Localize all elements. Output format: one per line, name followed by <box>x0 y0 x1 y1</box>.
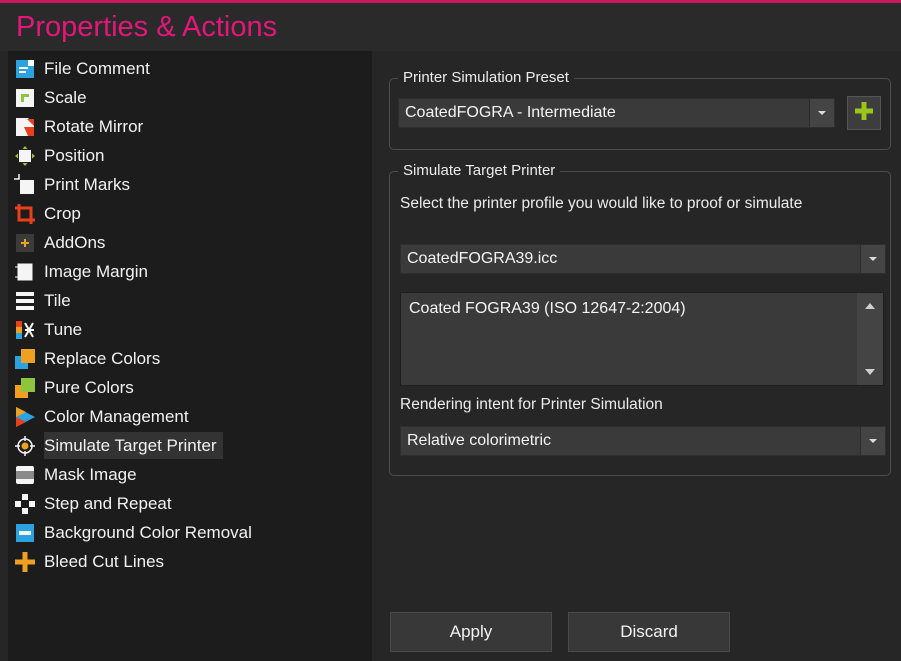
rotate-mirror-icon <box>14 116 36 138</box>
scroll-up-icon[interactable] <box>865 303 875 309</box>
sidebar-item-label: Scale <box>44 87 87 107</box>
scale-icon <box>14 87 36 109</box>
sidebar-item-label: Background Color Removal <box>44 522 252 542</box>
chevron-down-icon[interactable] <box>860 245 885 273</box>
simulate-target-printer-icon <box>14 435 36 457</box>
sidebar-item-label: AddOns <box>44 232 106 252</box>
sidebar-item-addons[interactable]: AddOns <box>16 229 106 256</box>
sidebar-item-print-marks[interactable]: Print Marks <box>14 171 130 198</box>
printer-profile-value: CoatedFOGRA39.icc <box>407 250 558 267</box>
add-preset-button[interactable] <box>847 96 881 130</box>
rendering-intent-label: Rendering intent for Printer Simulation <box>400 396 663 413</box>
sidebar-item-label: Pure Colors <box>44 377 134 397</box>
sidebar-item-label: Color Management <box>44 406 189 426</box>
printer-simulation-preset-group: Printer Simulation Preset CoatedFOGRA - … <box>389 68 891 150</box>
tune-icon <box>14 319 36 341</box>
properties-panel: Printer Simulation Preset CoatedFOGRA - … <box>372 51 901 661</box>
sidebar-item-label: File Comment <box>44 58 150 78</box>
sidebar-item-mask-image[interactable]: Mask Image <box>16 461 137 488</box>
profile-description-text: Coated FOGRA39 (ISO 12647-2:2004) <box>409 300 686 317</box>
sidebar-item-replace-colors[interactable]: Replace Colors <box>15 345 161 372</box>
sidebar-item-position[interactable]: Position <box>15 142 105 169</box>
discard-button[interactable]: Discard <box>568 612 730 652</box>
apply-button[interactable]: Apply <box>390 612 552 652</box>
group-legend: Simulate Target Printer <box>398 161 561 181</box>
bleed-cut-lines-icon <box>14 551 36 573</box>
sidebar-item-label: Image Margin <box>44 261 148 281</box>
sidebar-item-label: Tile <box>44 290 71 310</box>
sidebar-item-scale[interactable]: Scale <box>16 84 87 111</box>
chevron-down-icon[interactable] <box>860 427 885 455</box>
background-color-removal-icon <box>14 522 36 544</box>
sidebar-item-background-color-removal[interactable]: Background Color Removal <box>16 519 252 546</box>
sidebar: File Comment Scale Rotate Mirror Positio… <box>8 51 372 661</box>
crop-icon <box>14 203 36 225</box>
chevron-down-icon[interactable] <box>809 99 834 127</box>
sidebar-item-label: Bleed Cut Lines <box>44 551 165 571</box>
print-marks-icon <box>14 174 36 196</box>
sidebar-item-label: Crop <box>44 203 81 223</box>
mask-image-icon <box>14 464 36 486</box>
sidebar-item-crop[interactable]: Crop <box>15 200 81 227</box>
sidebar-item-pure-colors[interactable]: Pure Colors <box>15 374 134 401</box>
panel-title: Properties & Actions <box>0 3 901 51</box>
sidebar-item-step-and-repeat[interactable]: Step and Repeat <box>15 490 172 517</box>
sidebar-item-label: Tune <box>44 319 83 339</box>
sidebar-item-image-margin[interactable]: Image Margin <box>15 258 148 285</box>
scroll-down-icon[interactable] <box>865 369 875 375</box>
sidebar-item-label: Print Marks <box>44 174 130 194</box>
pure-colors-icon <box>14 377 36 399</box>
sidebar-item-label: Simulate Target Printer <box>44 435 217 455</box>
position-icon <box>14 145 36 167</box>
sidebar-item-file-comment[interactable]: File Comment <box>16 55 150 82</box>
sidebar-item-label: Position <box>44 145 105 165</box>
sidebar-item-label: Step and Repeat <box>44 493 172 513</box>
plus-icon <box>853 100 875 127</box>
file-comment-icon <box>14 58 36 80</box>
description-scrollbar[interactable] <box>857 293 883 385</box>
replace-colors-icon <box>14 348 36 370</box>
group-legend: Printer Simulation Preset <box>398 68 574 88</box>
preset-dropdown-value: CoatedFOGRA - Intermediate <box>405 104 616 121</box>
tile-icon <box>14 290 36 312</box>
preset-dropdown[interactable]: CoatedFOGRA - Intermediate <box>398 98 835 128</box>
profile-description-box[interactable]: Coated FOGRA39 (ISO 12647-2:2004) <box>400 292 884 386</box>
image-margin-icon <box>14 261 36 283</box>
sidebar-item-rotate-mirror[interactable]: Rotate Mirror <box>16 113 144 140</box>
sidebar-item-label: Rotate Mirror <box>44 116 144 136</box>
sidebar-item-tune[interactable]: Tune <box>16 316 83 343</box>
sidebar-item-color-management[interactable]: Color Management <box>16 403 189 430</box>
addons-icon <box>14 232 36 254</box>
printer-profile-dropdown[interactable]: CoatedFOGRA39.icc <box>400 244 886 274</box>
instruction-text: Select the printer profile you would lik… <box>400 195 803 212</box>
simulate-target-printer-group: Simulate Target Printer Select the print… <box>389 161 891 476</box>
sidebar-item-label: Mask Image <box>44 464 137 484</box>
sidebar-item-simulate-target-printer[interactable]: Simulate Target Printer <box>15 432 223 459</box>
color-management-icon <box>14 406 36 428</box>
rendering-intent-dropdown[interactable]: Relative colorimetric <box>400 426 886 456</box>
sidebar-item-tile[interactable]: Tile <box>16 287 71 314</box>
step-and-repeat-icon <box>14 493 36 515</box>
sidebar-item-label: Replace Colors <box>44 348 161 368</box>
rendering-intent-value: Relative colorimetric <box>407 432 552 449</box>
sidebar-item-bleed-cut-lines[interactable]: Bleed Cut Lines <box>15 548 165 575</box>
